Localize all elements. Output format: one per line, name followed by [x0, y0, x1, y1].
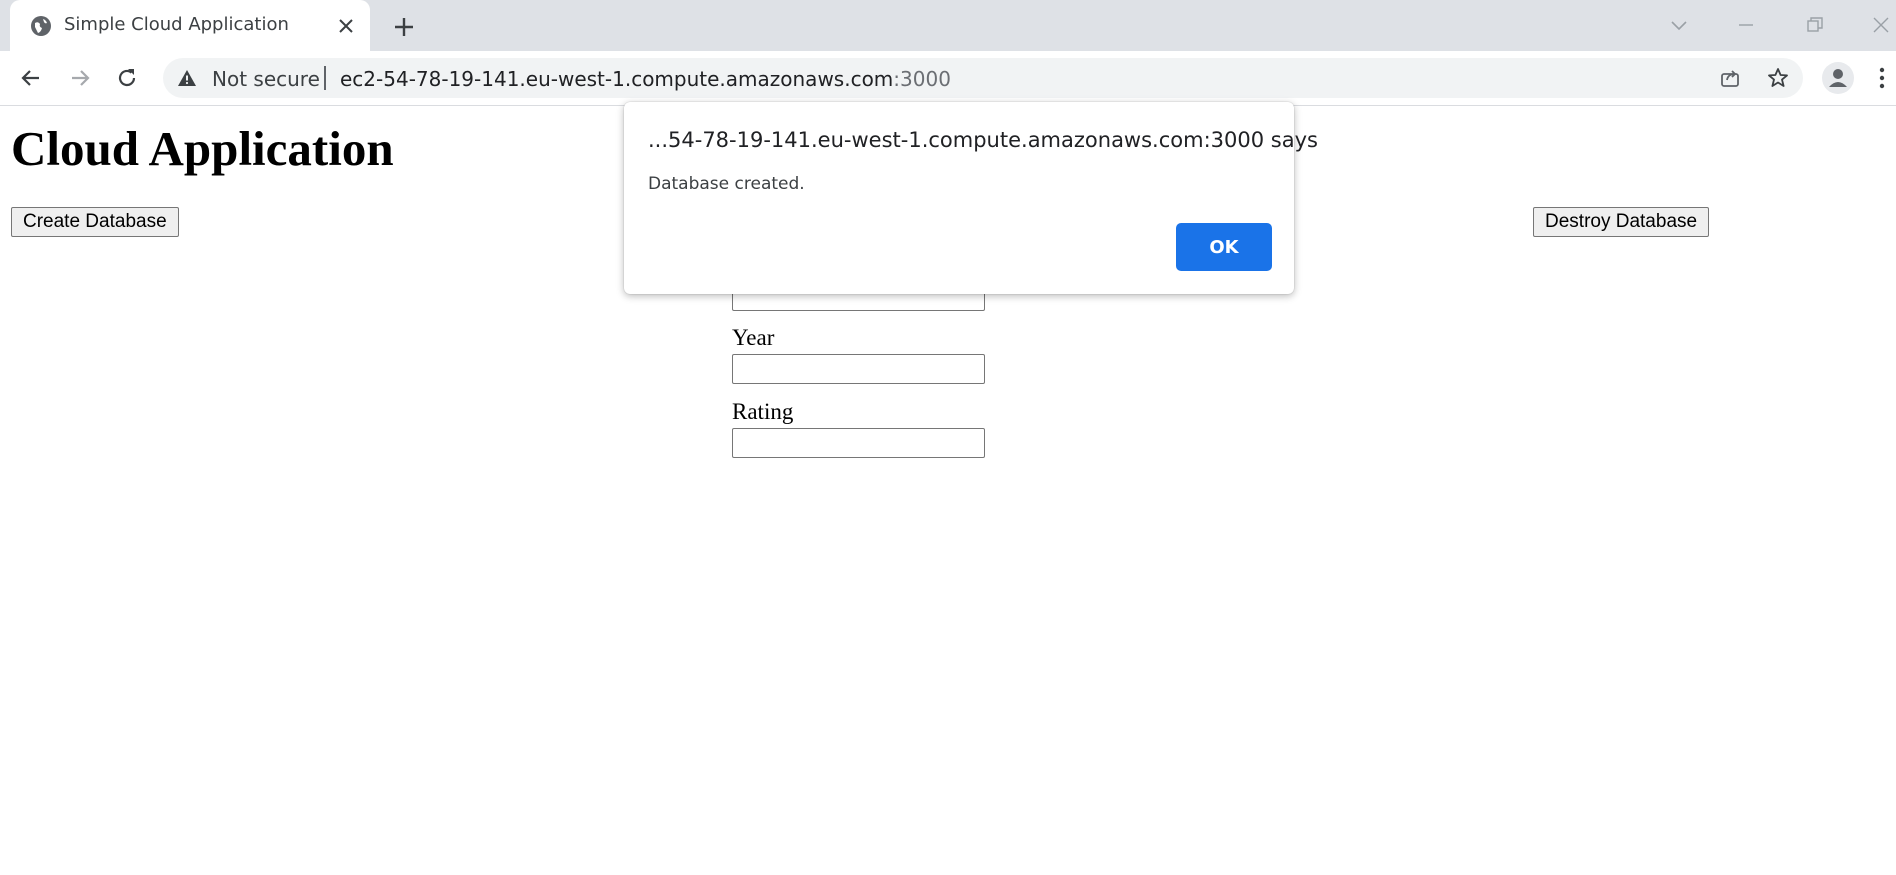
- alert-dialog: ...54-78-19-141.eu-west-1.compute.amazon…: [624, 102, 1318, 294]
- restore-icon[interactable]: [1802, 12, 1828, 38]
- ok-button[interactable]: OK: [1176, 223, 1272, 271]
- avatar-glyph-icon: [1829, 69, 1847, 87]
- year-input[interactable]: [732, 354, 985, 384]
- create-database-button[interactable]: Create Database: [11, 207, 179, 237]
- reload-icon[interactable]: [113, 64, 141, 92]
- close-icon[interactable]: [335, 15, 357, 37]
- globe-icon: [31, 16, 51, 36]
- destroy-database-button[interactable]: Destroy Database: [1533, 207, 1710, 237]
- window-close-icon[interactable]: [1868, 12, 1894, 38]
- browser-toolbar: Not secure ec2-54-78-19-141.eu-west-1.co…: [0, 51, 1896, 106]
- url-text[interactable]: ec2-54-78-19-141.eu-west-1.compute.amazo…: [340, 67, 951, 91]
- three-dots-icon[interactable]: [1876, 65, 1888, 91]
- warning-triangle-icon[interactable]: [177, 68, 197, 88]
- browser-tab[interactable]: Simple Cloud Application: [10, 0, 370, 51]
- security-label[interactable]: Not secure: [212, 67, 320, 91]
- star-icon[interactable]: [1766, 66, 1790, 90]
- tab-strip: Simple Cloud Application: [0, 0, 1896, 51]
- rating-input[interactable]: [732, 428, 985, 458]
- back-arrow-icon[interactable]: [17, 64, 45, 92]
- forward-arrow-icon[interactable]: [66, 64, 94, 92]
- dialog-message: Database created.: [648, 174, 805, 194]
- profile-icon[interactable]: [1822, 62, 1854, 94]
- url-host: ec2-54-78-19-141.eu-west-1.compute.amazo…: [340, 67, 894, 91]
- year-label: Year: [732, 325, 775, 350]
- minimize-icon[interactable]: [1733, 12, 1759, 38]
- share-icon[interactable]: [1718, 66, 1742, 90]
- url-port: :3000: [893, 67, 951, 91]
- tab-search-chevron-icon[interactable]: [1666, 12, 1692, 38]
- address-separator: [324, 66, 326, 90]
- page-title: Cloud Application: [11, 121, 394, 176]
- rating-label: Rating: [732, 399, 794, 424]
- address-bar[interactable]: Not secure ec2-54-78-19-141.eu-west-1.co…: [163, 58, 1803, 98]
- dialog-title: ...54-78-19-141.eu-west-1.compute.amazon…: [648, 128, 1318, 152]
- tab-title: Simple Cloud Application: [64, 14, 289, 35]
- plus-icon[interactable]: [390, 13, 418, 41]
